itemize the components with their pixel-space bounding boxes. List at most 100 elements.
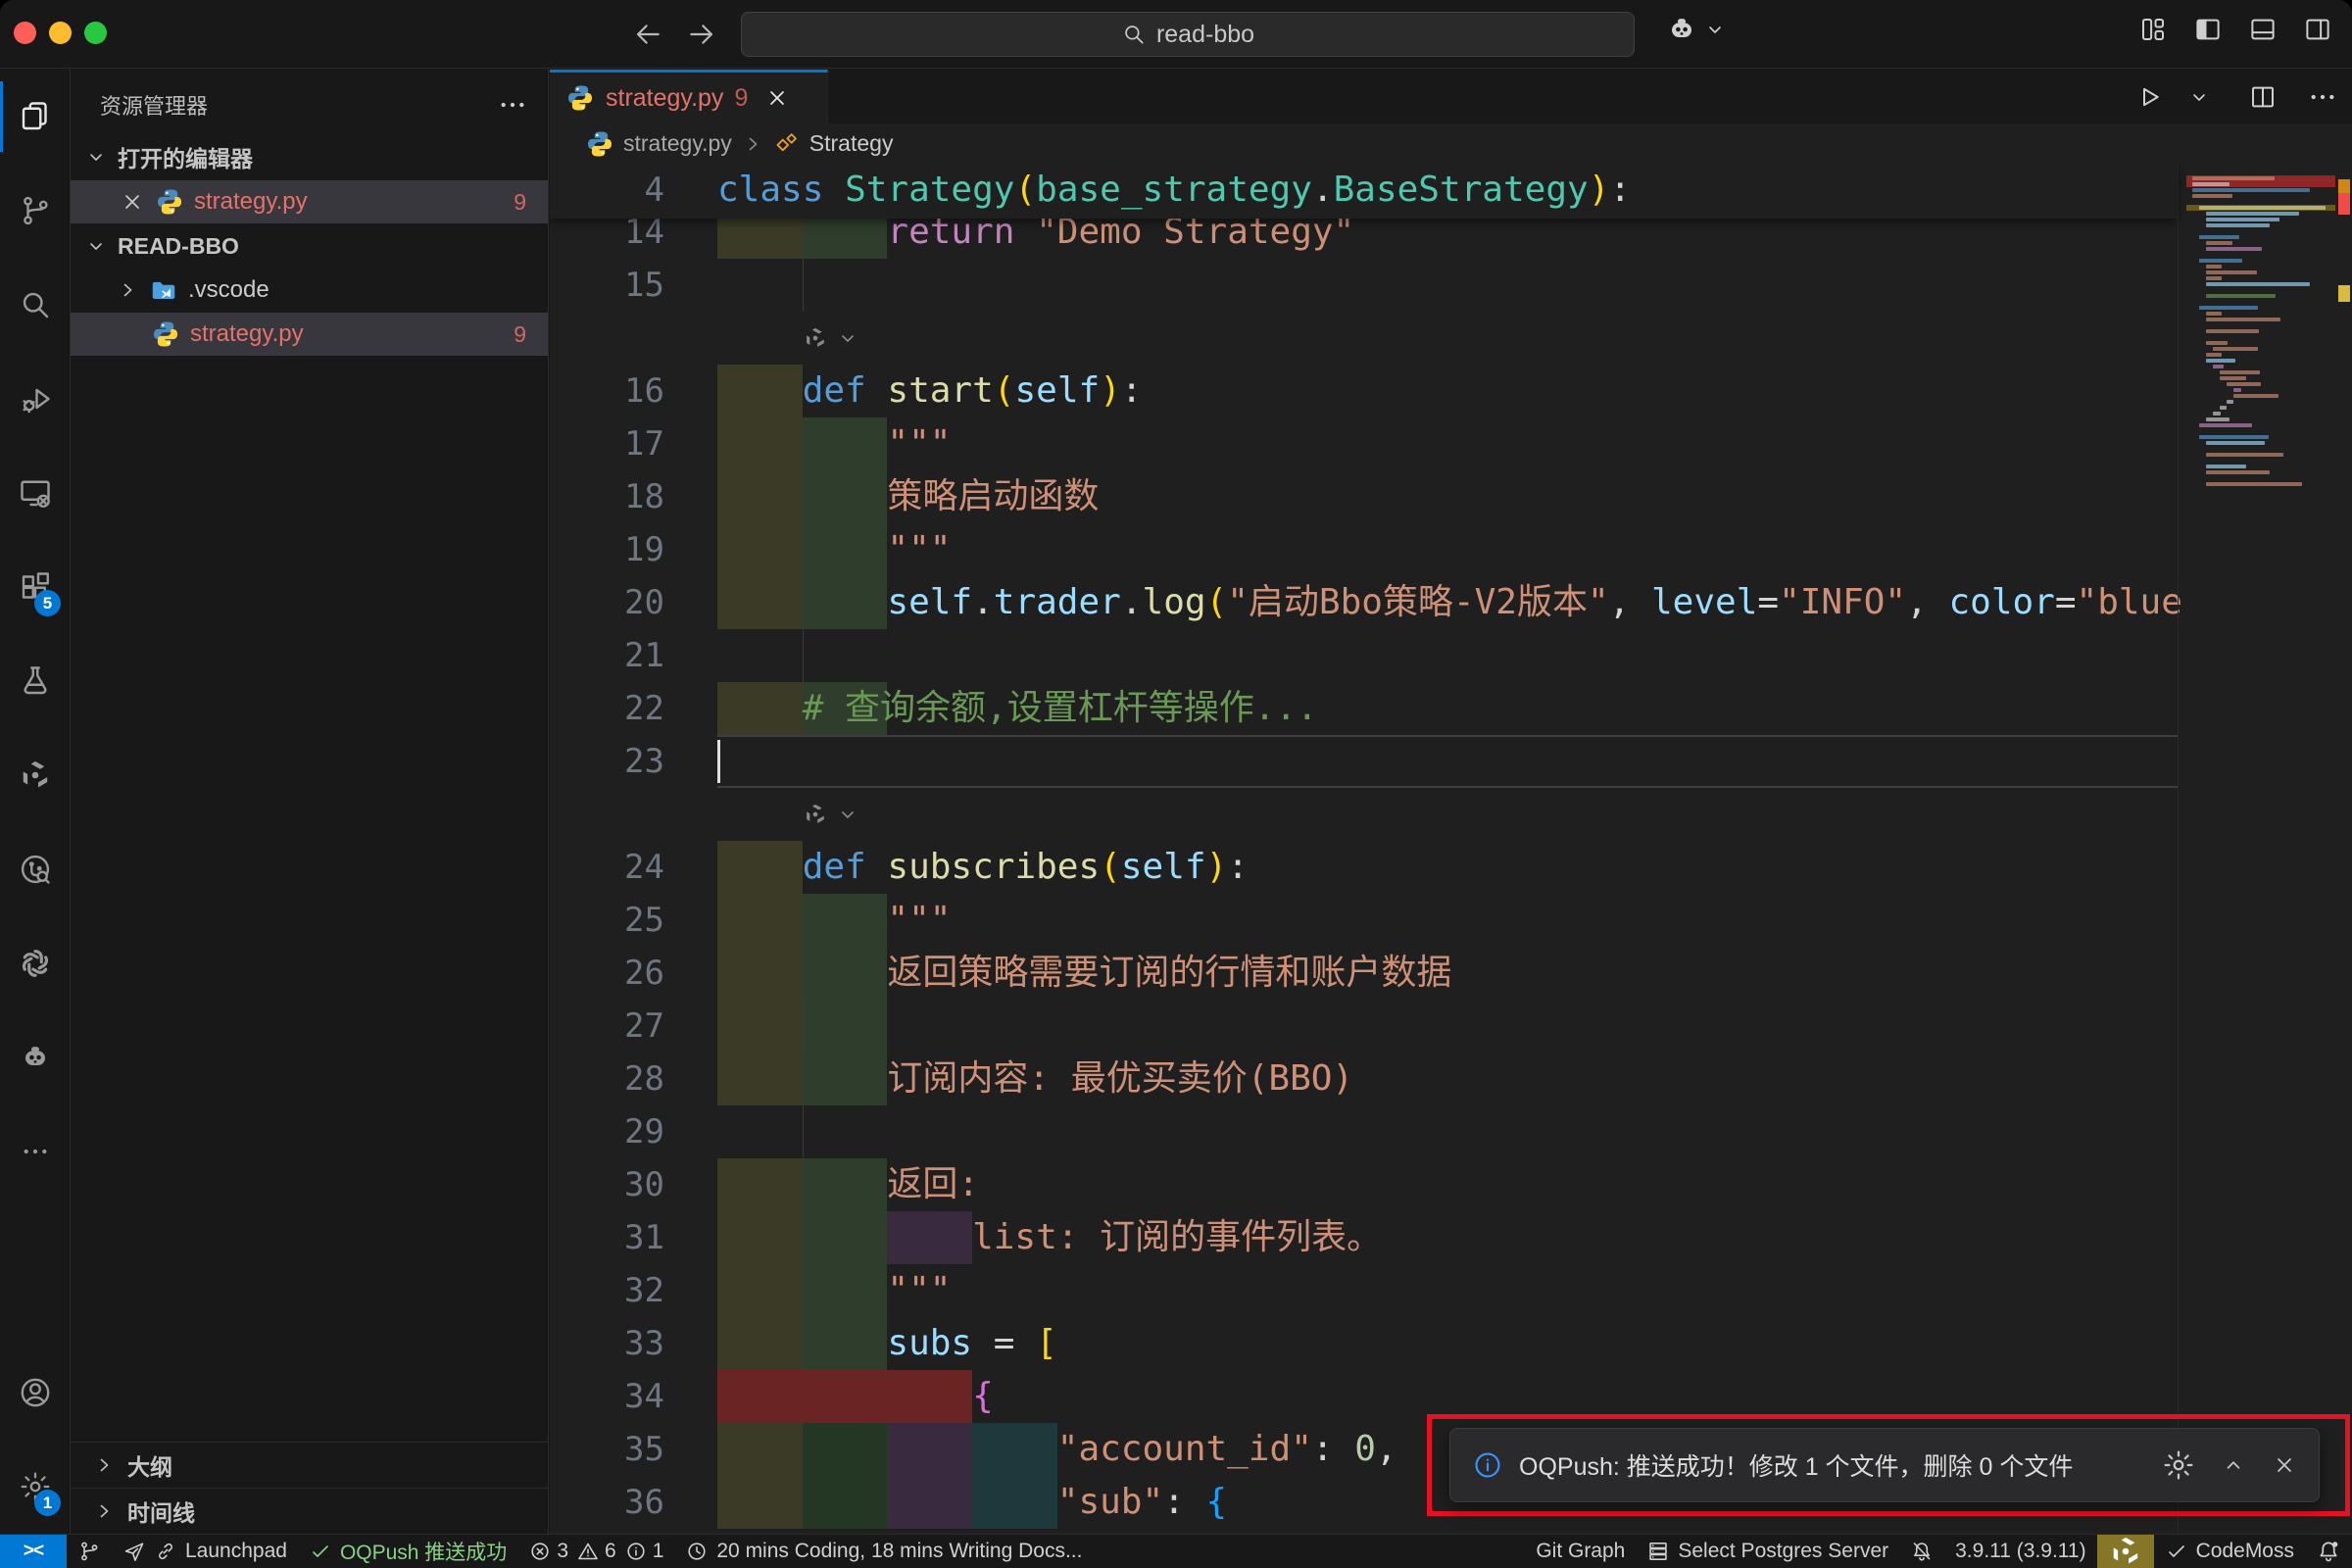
window-controls[interactable] bbox=[14, 22, 107, 44]
git-graph-icon bbox=[18, 852, 53, 887]
moss-icon bbox=[18, 758, 53, 793]
activity-item-testing[interactable] bbox=[0, 634, 71, 728]
minimap[interactable] bbox=[2178, 164, 2352, 1534]
customize-layout-button[interactable] bbox=[2138, 15, 2168, 44]
activity-item-git-graph[interactable] bbox=[0, 822, 71, 916]
codelens-ai-action[interactable] bbox=[550, 312, 2178, 365]
split-editor-button[interactable] bbox=[2248, 82, 2278, 112]
open-editor-strategy-py[interactable]: strategy.py 9 bbox=[71, 180, 548, 223]
code-line-33[interactable]: 33subs = [ bbox=[550, 1317, 2178, 1370]
close-notification-icon[interactable] bbox=[2272, 1452, 2297, 1478]
forward-button[interactable] bbox=[681, 14, 722, 55]
activity-item-extensions[interactable]: 5 bbox=[0, 540, 71, 634]
toggle-secondary-sidebar-button[interactable] bbox=[2303, 15, 2332, 44]
activity-item-run-and-debug[interactable] bbox=[0, 352, 71, 446]
activity-item-more-views[interactable] bbox=[0, 1104, 71, 1199]
breadcrumb-symbol[interactable]: Strategy bbox=[809, 130, 894, 157]
status-time-tracker[interactable]: 20 mins Coding, 18 mins Writing Docs... bbox=[674, 1535, 1093, 1568]
notification-settings-icon[interactable] bbox=[2162, 1448, 2195, 1482]
status-python-version[interactable]: 3.9.11 (3.9.11) bbox=[1944, 1535, 2096, 1568]
tree-item-vscode-folder[interactable]: .vscode bbox=[71, 269, 548, 312]
code-line-19[interactable]: 19""" bbox=[550, 523, 2178, 576]
back-button[interactable] bbox=[627, 14, 668, 55]
code-line-23[interactable]: 23 bbox=[550, 735, 2178, 788]
sticky-scroll-line[interactable]: 4class Strategy(base_strategy.BaseStrate… bbox=[550, 164, 2178, 219]
activity-item-accounts[interactable] bbox=[0, 1346, 71, 1440]
line-number: 19 bbox=[550, 523, 664, 576]
sidebar-title-row: 资源管理器 bbox=[100, 87, 528, 122]
status-branch[interactable] bbox=[67, 1535, 112, 1568]
status-codemoss-ext[interactable] bbox=[2097, 1535, 2154, 1568]
code-line-30[interactable]: 30返回: bbox=[550, 1158, 2178, 1211]
line-number: 22 bbox=[550, 682, 664, 735]
code-line-32[interactable]: 32""" bbox=[550, 1264, 2178, 1317]
timeline-section[interactable]: 时间线 bbox=[71, 1488, 548, 1534]
code-line-31[interactable]: 31list: 订阅的事件列表。 bbox=[550, 1211, 2178, 1264]
activity-item-search[interactable] bbox=[0, 258, 71, 352]
code-line-20[interactable]: 20self.trader.log("启动Bbo策略-V2版本", level=… bbox=[550, 576, 2178, 629]
minimize-window-button[interactable] bbox=[49, 22, 72, 44]
code-line-22[interactable]: 22# 查询余额,设置杠杆等操作... bbox=[550, 682, 2178, 735]
code-line-24[interactable]: 24def subscribes(self): bbox=[550, 841, 2178, 894]
status-bell[interactable] bbox=[2305, 1535, 2352, 1568]
code-area[interactable]: 14return "Demo Strategy"1516def start(se… bbox=[550, 164, 2352, 1534]
activity-item-remote-explorer[interactable] bbox=[0, 446, 71, 540]
warning-icon bbox=[576, 1540, 600, 1563]
notification-toast[interactable]: OQPush: 推送成功！修改 1 个文件，删除 0 个文件 bbox=[1449, 1428, 2320, 1502]
zoom-window-button[interactable] bbox=[84, 22, 107, 44]
status-oqpush[interactable]: OQPush 推送成功 bbox=[298, 1535, 517, 1568]
code-line-18[interactable]: 18策略启动函数 bbox=[550, 470, 2178, 523]
command-center-search[interactable]: read-bbo bbox=[741, 12, 1635, 57]
code-line-16[interactable]: 16def start(self): bbox=[550, 365, 2178, 417]
activity-item-openai-chat[interactable] bbox=[0, 916, 71, 1010]
sidebar-more-actions-icon[interactable] bbox=[497, 89, 528, 121]
code-line-26[interactable]: 26返回策略需要订阅的行情和账户数据 bbox=[550, 947, 2178, 1000]
code-line-27[interactable]: 27 bbox=[550, 1000, 2178, 1053]
activity-item-explorer[interactable] bbox=[0, 70, 71, 164]
code-line-29[interactable]: 29 bbox=[550, 1105, 2178, 1158]
status-problems[interactable]: 361 bbox=[517, 1535, 674, 1568]
codelens-ai-action[interactable] bbox=[550, 788, 2178, 841]
status-codemoss[interactable]: CodeMoss bbox=[2154, 1535, 2305, 1568]
close-editor-icon[interactable] bbox=[120, 189, 145, 215]
copilot-menu[interactable] bbox=[1666, 14, 1727, 45]
activity-item-settings[interactable]: 1 bbox=[0, 1440, 71, 1534]
expand-notification-icon[interactable] bbox=[2221, 1452, 2246, 1478]
code-line-28[interactable]: 28订阅内容: 最优买卖价(BBO) bbox=[550, 1053, 2178, 1105]
more-actions-icon[interactable] bbox=[2307, 81, 2338, 113]
tree-item-strategy-py[interactable]: strategy.py 9 bbox=[71, 313, 548, 356]
bell-slash-icon bbox=[1910, 1540, 1934, 1563]
chevron-down-icon[interactable] bbox=[836, 326, 859, 350]
line-number: 24 bbox=[550, 841, 664, 894]
status-git-graph[interactable]: Git Graph bbox=[1525, 1535, 1636, 1568]
run-dropdown-icon[interactable] bbox=[2187, 85, 2211, 109]
run-python-file-button[interactable] bbox=[2134, 82, 2164, 112]
tab-strategy-py[interactable]: strategy.py 9 bbox=[550, 70, 828, 123]
activity-item-source-control[interactable] bbox=[0, 164, 71, 258]
open-editors-section[interactable]: 打开的编辑器 bbox=[71, 135, 548, 178]
breadcrumb-file[interactable]: strategy.py bbox=[623, 130, 732, 157]
timeline-label: 时间线 bbox=[127, 1494, 195, 1528]
tab-bar: strategy.py 9 bbox=[550, 70, 2352, 123]
code-line-21[interactable]: 21 bbox=[550, 629, 2178, 682]
line-number: 34 bbox=[550, 1370, 664, 1423]
status-postgres[interactable]: Select Postgres Server bbox=[1636, 1535, 1899, 1568]
outline-section[interactable]: 大纲 bbox=[71, 1442, 548, 1488]
workspace-section[interactable]: READ-BBO bbox=[71, 224, 548, 268]
toggle-panel-button[interactable] bbox=[2248, 15, 2278, 44]
codemoss-lens-icon[interactable] bbox=[803, 325, 828, 351]
remote-indicator[interactable]: >< bbox=[0, 1535, 67, 1568]
line-number: 17 bbox=[550, 417, 664, 470]
code-line-25[interactable]: 25""" bbox=[550, 894, 2178, 947]
activity-item-codemoss[interactable] bbox=[0, 728, 71, 822]
codemoss-lens-icon[interactable] bbox=[803, 802, 828, 827]
code-line-17[interactable]: 17""" bbox=[550, 417, 2178, 470]
status-launchpad[interactable]: Launchpad bbox=[112, 1535, 298, 1568]
code-line-15[interactable]: 15 bbox=[550, 259, 2178, 312]
close-tab-icon[interactable] bbox=[764, 85, 790, 111]
toggle-sidebar-button[interactable] bbox=[2193, 15, 2223, 44]
status-bell-slash[interactable] bbox=[1899, 1535, 1944, 1568]
activity-item-ai-assistant[interactable] bbox=[0, 1010, 71, 1104]
chevron-down-icon[interactable] bbox=[836, 803, 859, 826]
close-window-button[interactable] bbox=[14, 22, 36, 44]
